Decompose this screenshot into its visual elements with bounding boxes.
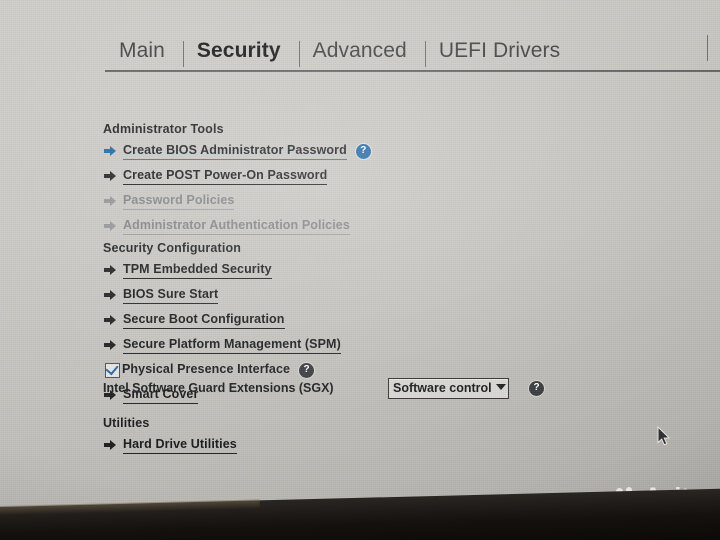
right-arrow-icon — [103, 144, 119, 158]
bios-setup-screen-photo: Main Security Advanced UEFI Drivers Admi… — [0, 0, 720, 540]
menu-item-physical-presence-interface[interactable]: Physical Presence Interface ? — [103, 360, 341, 380]
menu-item-secure-platform-management[interactable]: Secure Platform Management (SPM) — [103, 335, 341, 355]
right-arrow-icon — [103, 313, 119, 327]
tab-separator — [424, 41, 426, 67]
section-utilities: Utilities Hard Drive Utilities — [103, 416, 237, 455]
right-arrow-icon — [103, 338, 119, 352]
bios-setup-utility: Main Security Advanced UEFI Drivers Admi… — [0, 0, 720, 540]
menu-item-label: Administrator Authentication Policies — [123, 218, 350, 235]
tab-advanced-label: Advanced — [312, 39, 407, 62]
tab-main[interactable]: Main — [105, 39, 183, 63]
right-arrow-icon — [103, 263, 119, 277]
checkmark-icon — [105, 361, 119, 375]
main-tab-bar: Main Security Advanced UEFI Drivers — [105, 33, 720, 69]
help-icon[interactable]: ? — [529, 380, 544, 396]
menu-item-tpm-embedded-security[interactable]: TPM Embedded Security — [103, 260, 341, 280]
menu-item-label: Secure Platform Management (SPM) — [123, 337, 341, 354]
tab-main-label: Main — [119, 39, 165, 62]
tab-security[interactable]: Security — [182, 39, 299, 67]
tab-bar-underline — [105, 70, 720, 72]
menu-item-create-post-power-on-password[interactable]: Create POST Power-On Password — [103, 166, 371, 186]
menu-item-label: BIOS Sure Start — [123, 287, 219, 304]
chevron-down-icon — [495, 383, 506, 390]
section-title-administrator-tools: Administrator Tools — [103, 122, 224, 136]
menu-item-secure-boot-configuration[interactable]: Secure Boot Configuration — [103, 310, 341, 330]
tab-uefi-drivers[interactable]: UEFI Drivers — [424, 39, 578, 67]
right-arrow-icon — [103, 219, 119, 233]
intel-sgx-dropdown-value: Software control — [393, 381, 492, 395]
section-administrator-tools: Administrator Tools Create BIOS Administ… — [103, 122, 371, 236]
tab-security-label: Security — [196, 39, 281, 62]
menu-item-hard-drive-utilities[interactable]: Hard Drive Utilities — [103, 435, 237, 455]
menu-item-label: Password Policies — [123, 193, 235, 210]
setting-row-intel-sgx: Intel Software Guard Extensions (SGX) So… — [103, 377, 550, 399]
tab-separator — [298, 41, 300, 67]
menu-item-administrator-authentication-policies[interactable]: Administrator Authentication Policies — [103, 216, 371, 236]
menu-item-label: Create BIOS Administrator Password — [123, 143, 347, 160]
section-title-utilities: Utilities — [103, 416, 150, 430]
section-title-security-configuration: Security Configuration — [103, 241, 242, 255]
setting-label-intel-sgx: Intel Software Guard Extensions (SGX) — [103, 381, 334, 395]
tab-separator-end — [707, 35, 708, 61]
right-arrow-icon — [103, 194, 119, 208]
menu-item-label: Secure Boot Configuration — [123, 312, 285, 329]
tab-separator — [182, 41, 184, 67]
right-arrow-icon — [103, 169, 119, 183]
menu-item-create-bios-administrator-password[interactable]: Create BIOS Administrator Password ? — [103, 141, 371, 161]
menu-item-label: TPM Embedded Security — [123, 262, 272, 279]
menu-item-password-policies[interactable]: Password Policies — [103, 191, 371, 211]
menu-item-label: Hard Drive Utilities — [123, 437, 237, 454]
menu-item-label: Create POST Power-On Password — [123, 168, 328, 185]
right-arrow-icon — [103, 288, 119, 302]
tab-advanced[interactable]: Advanced — [298, 39, 425, 67]
menu-item-bios-sure-start[interactable]: BIOS Sure Start — [103, 285, 341, 305]
mouse-cursor-icon — [657, 425, 672, 452]
help-icon[interactable]: ? — [299, 362, 315, 378]
tab-uefi-drivers-label: UEFI Drivers — [438, 39, 561, 62]
physical-presence-interface-checkbox[interactable] — [105, 361, 120, 378]
help-icon[interactable]: ? — [355, 143, 371, 159]
intel-sgx-dropdown[interactable]: Software control — [388, 377, 509, 399]
menu-item-label: Physical Presence Interface — [122, 362, 291, 376]
right-arrow-icon — [103, 438, 119, 452]
